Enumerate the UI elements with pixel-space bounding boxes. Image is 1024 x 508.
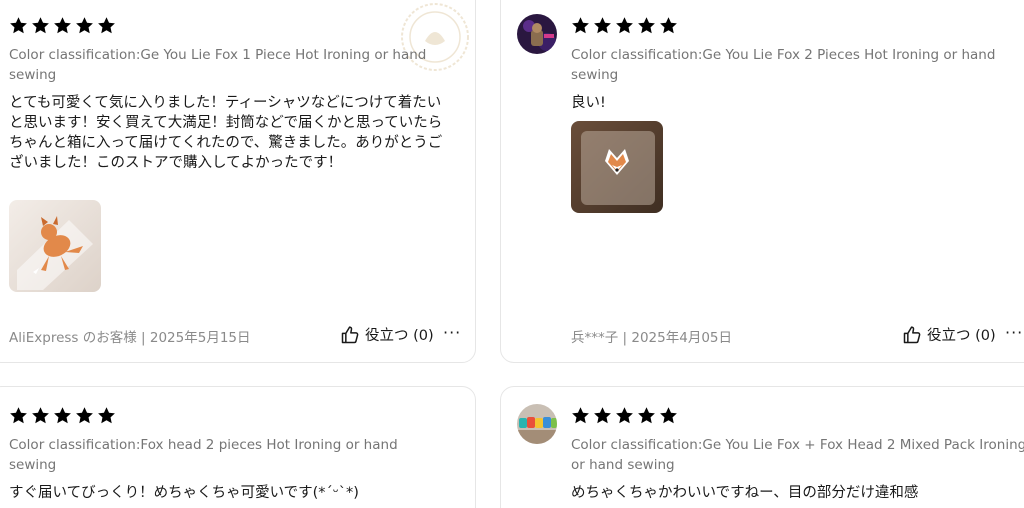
star-icon [637,406,656,425]
more-options-button[interactable]: ··· [1005,323,1023,342]
reviewer-info: AliExpress のお客様 | 2025年5月15日 [9,330,251,346]
avatar [517,14,557,54]
avatar-image [517,404,557,444]
star-icon [75,16,94,35]
avatar [517,404,557,444]
color-classification: Color classification:Fox head 2 pieces H… [9,437,398,473]
star-rating [571,406,678,425]
star-icon [637,16,656,35]
star-icon [9,406,28,425]
star-icon [9,16,28,35]
star-rating [9,16,116,35]
star-icon [593,16,612,35]
star-icon [571,406,590,425]
review-text: とても可愛くて気に入りました！ティーシャツなどにつけて着たいと思います！安く買え… [9,95,443,171]
star-icon [571,16,590,35]
star-icon [31,16,50,35]
helpful-label: 役立つ (0) [927,328,996,344]
avatar-image [517,14,557,54]
star-icon [75,406,94,425]
helpful-button[interactable]: 役立つ (0) [902,324,996,345]
review-text: 良い! [571,95,606,111]
review-card: Color classification:Fox head 2 pieces H… [0,386,476,508]
fox-head-patch-image [571,121,663,213]
review-card: Color classification:Ge You Lie Fox 1 Pi… [0,0,476,363]
thumbs-up-icon [903,325,921,343]
helpful-button[interactable]: 役立つ (0) [340,324,434,345]
star-icon [31,406,50,425]
review-text: めちゃくちゃかわいいですねー、目の部分だけ違和感 [571,485,919,501]
review-card: Color classification:Ge You Lie Fox + Fo… [500,386,1024,508]
review-card: Color classification:Ge You Lie Fox 2 Pi… [500,0,1024,363]
reviewer-info: 兵***子 | 2025年4月05日 [571,330,733,346]
review-photo[interactable] [571,121,663,213]
star-icon [53,16,72,35]
star-icon [97,16,116,35]
reviews-grid: Color classification:Ge You Lie Fox 1 Pi… [0,0,1024,508]
star-icon [659,16,678,35]
star-icon [97,406,116,425]
star-icon [615,16,634,35]
fox-patch-image [9,200,101,292]
star-rating [9,406,116,425]
review-photo[interactable] [9,200,101,292]
color-classification: Color classification:Ge You Lie Fox 1 Pi… [9,47,427,83]
star-icon [659,406,678,425]
star-rating [571,16,678,35]
star-icon [615,406,634,425]
review-text: すぐ届いてびっくり！めちゃくちゃ可愛いです(*ˊᵕˋ*) [9,485,359,501]
color-classification: Color classification:Ge You Lie Fox 2 Pi… [571,47,996,83]
star-icon [53,406,72,425]
more-options-button[interactable]: ··· [443,323,461,342]
helpful-label: 役立つ (0) [365,328,434,344]
thumbs-up-icon [341,325,359,343]
color-classification: Color classification:Ge You Lie Fox + Fo… [571,437,1024,473]
star-icon [593,406,612,425]
